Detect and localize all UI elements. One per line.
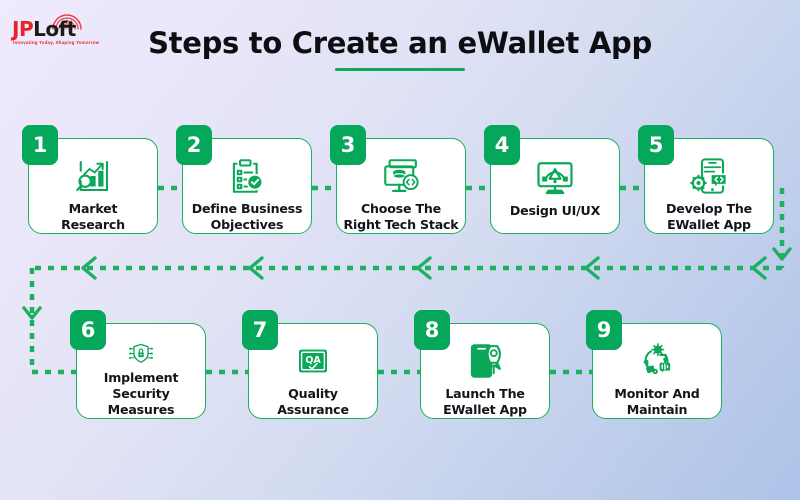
bar-chart-magnifier-icon xyxy=(76,160,109,192)
monitor-pen-tool-icon xyxy=(537,162,573,195)
arrow-left-1 xyxy=(751,256,767,280)
svg-text:QA: QA xyxy=(305,355,321,366)
step-label-5: Develop The EWallet App xyxy=(665,201,752,232)
step-label-8: Launch The EWallet App xyxy=(443,386,527,417)
refresh-gear-monitor-icon xyxy=(643,343,671,375)
header: Steps to Create an eWallet App xyxy=(0,26,800,71)
step-label-2: Define Business Objectives xyxy=(191,201,303,232)
flow-connectors xyxy=(22,185,792,375)
title-underline xyxy=(335,68,465,71)
arrow-left-3 xyxy=(416,256,432,280)
phone-rocket-launch-icon xyxy=(470,344,501,378)
page-title: Steps to Create an eWallet App xyxy=(148,26,652,60)
arrow-down-left xyxy=(22,306,42,320)
step-label-7: Quality Assurance xyxy=(277,386,349,417)
step-badge-2: 2 xyxy=(176,125,212,165)
step-badge-1: 1 xyxy=(22,125,58,165)
clipboard-check-icon xyxy=(232,159,264,193)
step-badge-7: 7 xyxy=(242,310,278,350)
arrow-left-4 xyxy=(248,256,264,280)
arrow-left-2 xyxy=(584,256,600,280)
arrow-down-right xyxy=(772,247,792,261)
step-badge-8: 8 xyxy=(414,310,450,350)
monitor-database-code-icon xyxy=(384,159,419,193)
step-label-6: Implement Security Measures xyxy=(103,370,179,417)
step-badge-5: 5 xyxy=(638,125,674,165)
phone-gear-code-icon xyxy=(690,158,728,194)
step-label-3: Choose The Right Tech Stack xyxy=(343,201,459,232)
step-badge-6: 6 xyxy=(70,310,106,350)
step-badge-4: 4 xyxy=(484,125,520,165)
step-label-4: Design UI/UX xyxy=(509,203,601,218)
arrow-left-5 xyxy=(81,256,97,280)
step-label-9: Monitor And Maintain xyxy=(614,386,700,417)
shield-lock-circuit-icon xyxy=(129,343,153,363)
step-badge-9: 9 xyxy=(586,310,622,350)
step-label-1: Market Research xyxy=(61,201,125,232)
qa-check-box-icon: QA xyxy=(299,349,327,373)
step-badge-3: 3 xyxy=(330,125,366,165)
